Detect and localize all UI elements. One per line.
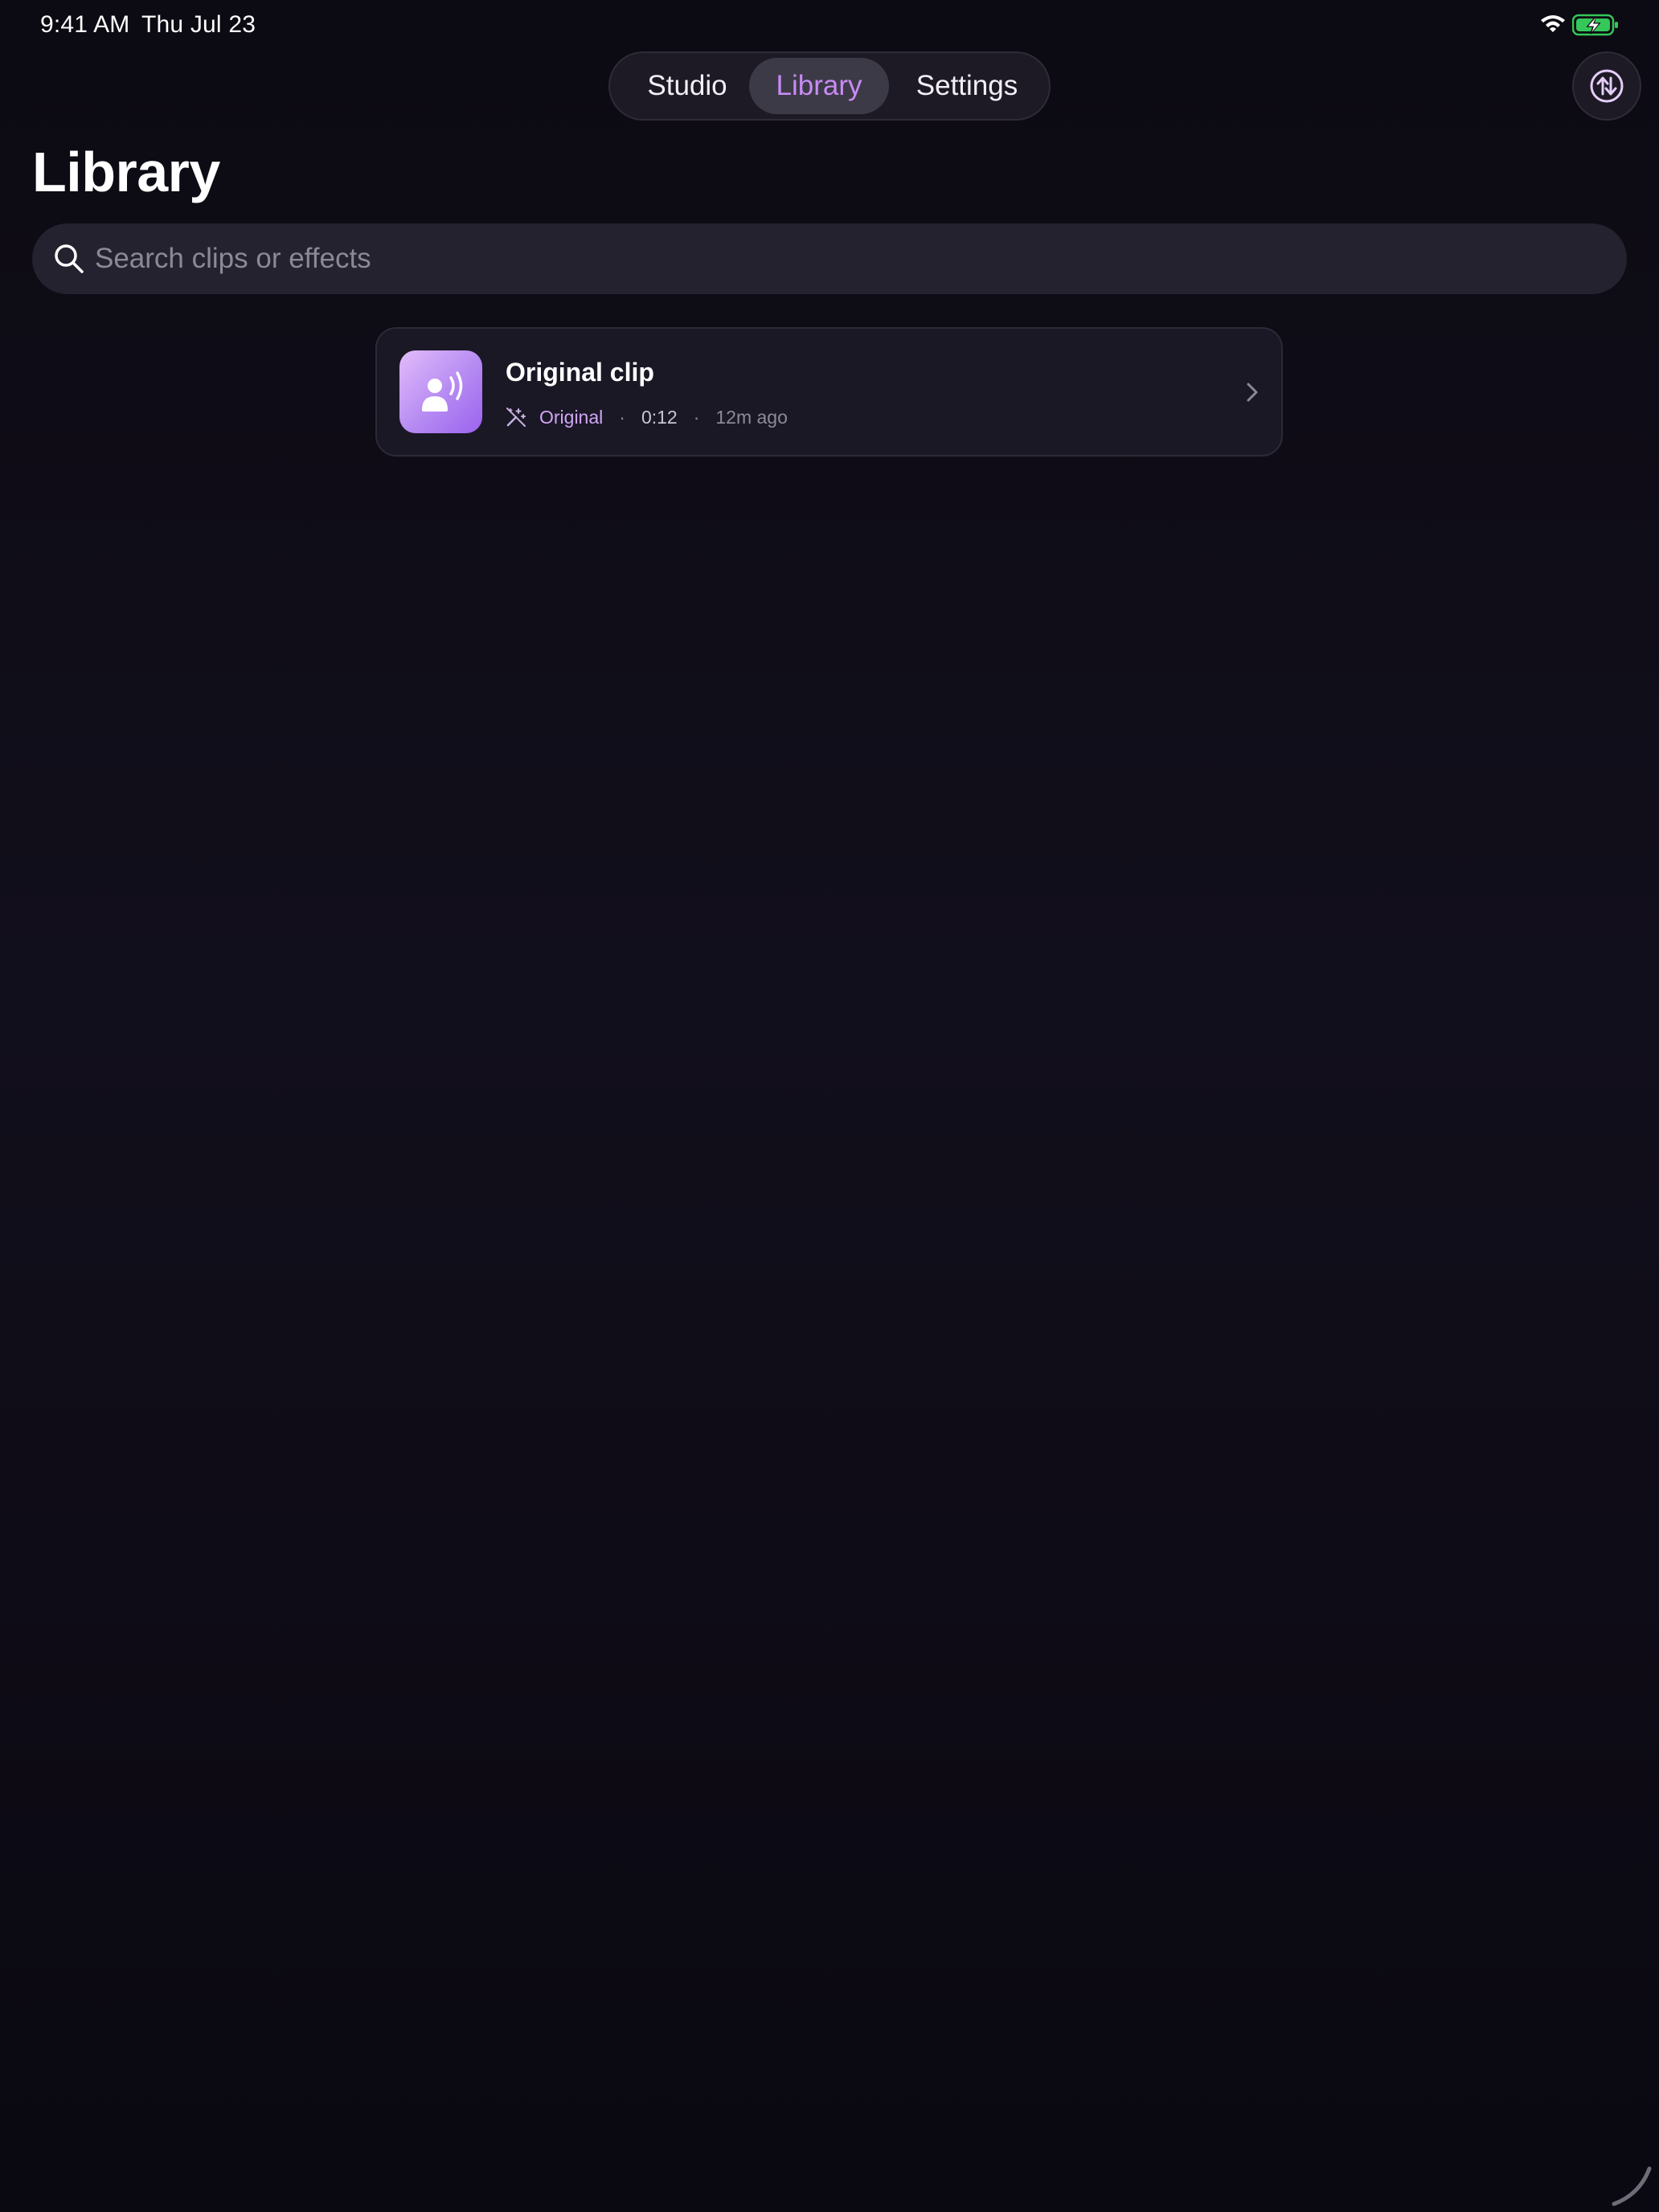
arrows-up-down-icon [1590, 69, 1624, 103]
page-title: Library [32, 141, 220, 203]
swap-button[interactable] [1572, 51, 1641, 121]
tab-studio[interactable]: Studio [626, 58, 748, 114]
corner-resize-indicator [1612, 2166, 1652, 2206]
magic-wand-off-icon [506, 408, 526, 427]
clip-duration: 0:12 [641, 406, 678, 428]
clip-effect: Original [539, 406, 604, 428]
status-time: 9:41 AM [40, 11, 130, 38]
person-speaking-icon [422, 371, 463, 412]
status-date: Thu Jul 23 [141, 11, 256, 38]
search-icon [55, 244, 84, 273]
clip-thumbnail [399, 350, 482, 433]
search-input[interactable] [95, 223, 1606, 294]
meta-separator: · [693, 406, 700, 428]
tab-switcher: Studio Library Settings [608, 51, 1051, 121]
wifi-icon [1541, 15, 1565, 32]
tab-settings[interactable]: Settings [895, 58, 1039, 114]
clip-title: Original clip [506, 358, 654, 387]
search-field[interactable] [32, 223, 1627, 294]
clip-age: 12m ago [715, 406, 788, 428]
chevron-right-icon [1247, 383, 1258, 402]
status-bar: 9:41 AM Thu Jul 23 [0, 0, 1659, 51]
battery-charging-icon [1572, 14, 1618, 36]
clip-card[interactable]: Original clip Original · 0:12 · 12m ago [375, 327, 1283, 457]
tab-library[interactable]: Library [749, 58, 889, 114]
meta-separator: · [619, 406, 625, 428]
clip-meta: Original · 0:12 · 12m ago [506, 403, 788, 432]
